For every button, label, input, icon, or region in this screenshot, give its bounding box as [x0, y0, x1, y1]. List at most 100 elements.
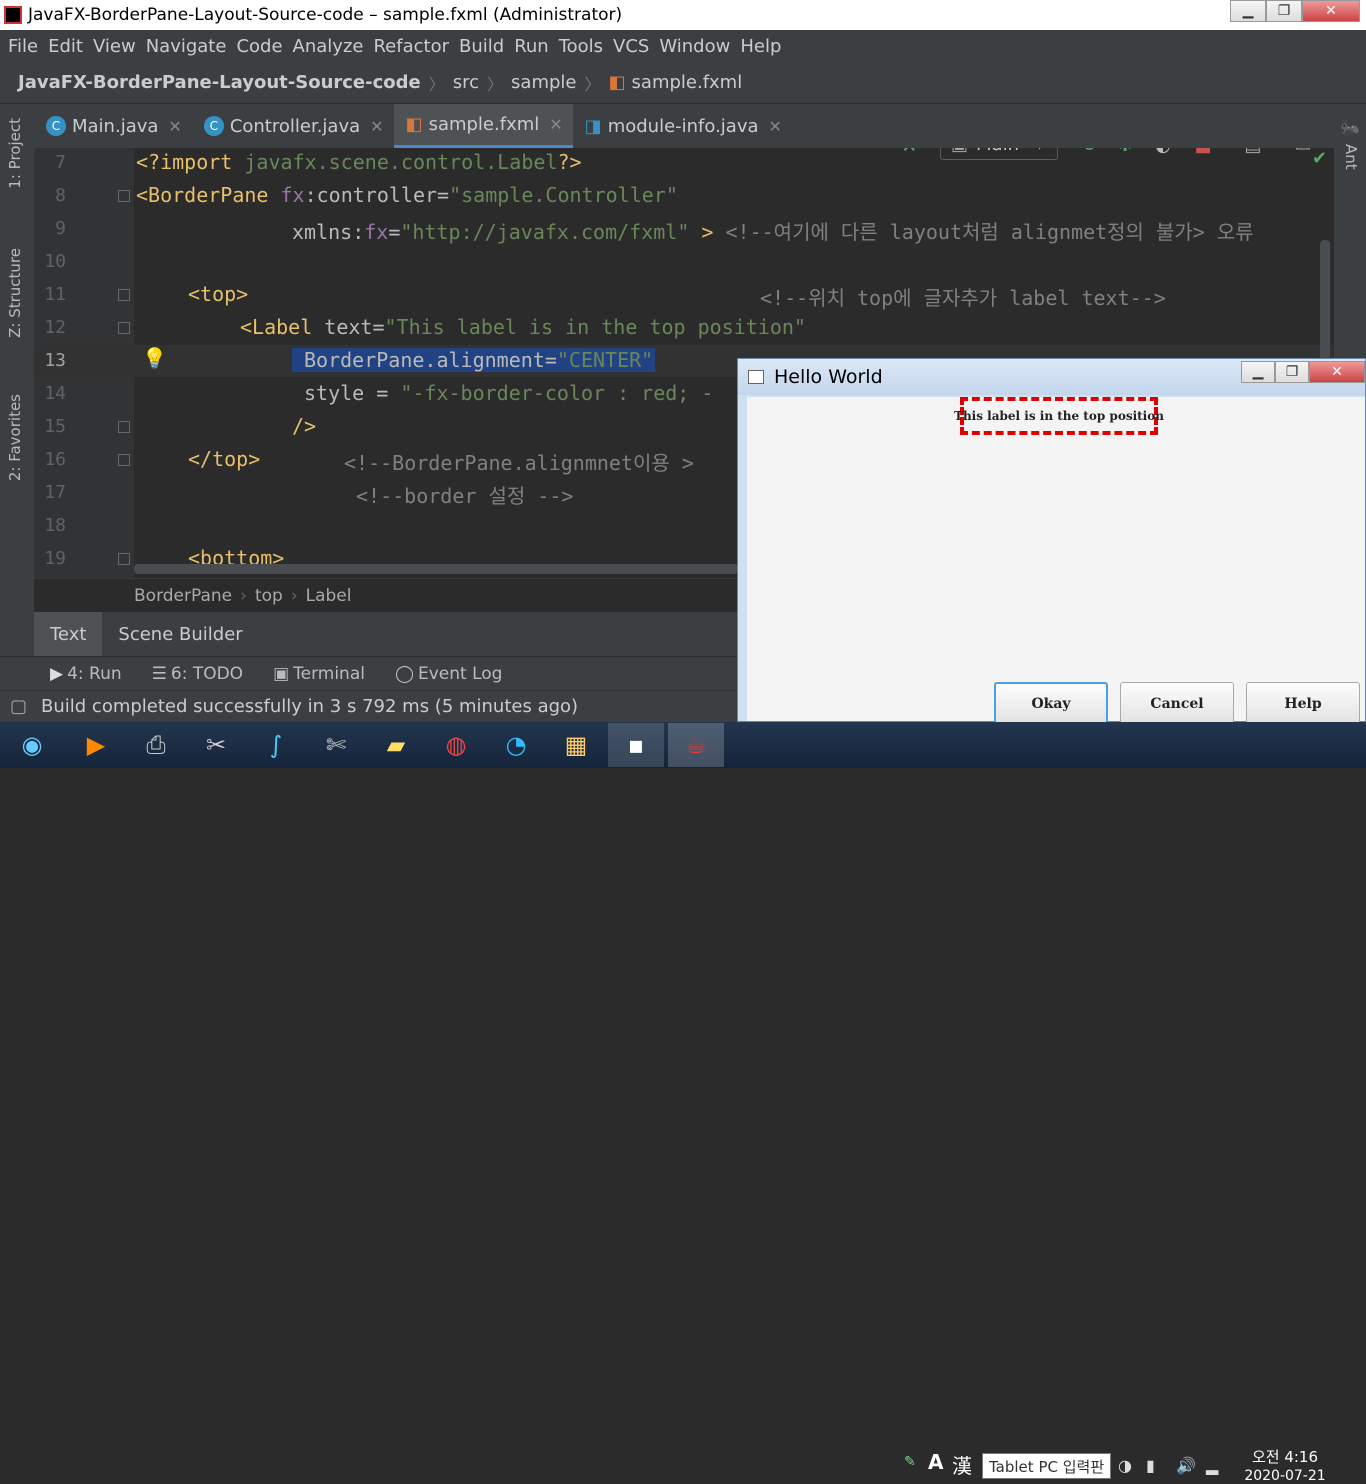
menu-view[interactable]: View [93, 36, 136, 57]
code-line-11-comment[interactable]: <!--위치 top에 글자추가 label text--> [760, 282, 1166, 311]
clock-date[interactable]: 2020-07-21 [1230, 1468, 1340, 1484]
media-player-icon[interactable]: ▶ [68, 723, 124, 767]
menu-navigate[interactable]: Navigate [146, 36, 227, 57]
tab-module-info[interactable]: ◨ module-info.java ✕ [573, 104, 792, 148]
menu-vcs[interactable]: VCS [613, 36, 649, 57]
code-line-13-selection[interactable]: BorderPane.alignment="CENTER" [292, 348, 656, 372]
close-icon[interactable]: ✕ [549, 115, 562, 134]
tool-event-log[interactable]: Event Log [418, 664, 502, 684]
nav-project[interactable]: JavaFX-BorderPane-Layout-Source-code [18, 72, 421, 93]
tool-favorites[interactable]: 2: Favorites [6, 394, 24, 481]
menubar: File Edit View Navigate Code Analyze Ref… [0, 30, 1366, 62]
okay-button[interactable]: Okay [994, 682, 1108, 726]
menu-file[interactable]: File [8, 36, 38, 57]
fold-marker-icon[interactable] [118, 289, 130, 301]
tool-todo[interactable]: 6: TODO [171, 664, 243, 684]
tool-structure[interactable]: Z: Structure [6, 248, 24, 338]
code-line-9[interactable]: xmlns:fx="http://javafx.com/fxml" > <!--… [292, 216, 1332, 245]
tool-ant[interactable]: Ant [1342, 144, 1360, 170]
code-line-15[interactable]: /> [292, 414, 316, 438]
minimize-button[interactable]: ▁ [1230, 0, 1266, 22]
line-number: 17 [44, 482, 66, 503]
todo-icon: ☰ [151, 663, 167, 684]
ime-pen-icon[interactable]: ✎ [904, 1454, 916, 1470]
fold-marker-icon[interactable] [118, 190, 130, 202]
tab-controller-java[interactable]: C Controller.java ✕ [192, 104, 394, 148]
tab-sample-fxml[interactable]: ◧ sample.fxml ✕ [393, 104, 573, 148]
window-icon [748, 370, 764, 384]
close-icon[interactable]: ✕ [168, 117, 181, 136]
menu-run[interactable]: Run [514, 36, 549, 57]
close-icon[interactable]: ✕ [769, 117, 782, 136]
menu-window[interactable]: Window [659, 36, 730, 57]
fold-marker-icon[interactable] [118, 322, 130, 334]
horizontal-scrollbar[interactable] [134, 564, 738, 574]
terminal-icon: ▣ [273, 663, 290, 684]
navigation-bar: JavaFX-BorderPane-Layout-Source-code 〉 s… [0, 62, 1366, 160]
file-explorer-icon[interactable]: ▦ [548, 723, 604, 767]
scanner-icon[interactable]: ⎙ [128, 723, 184, 767]
code-line-14[interactable]: style = "-fx-border-color : red; - [304, 381, 713, 405]
nav-package[interactable]: sample [511, 72, 576, 93]
close-button[interactable]: ✕ [1302, 0, 1360, 22]
network-icon[interactable]: ◑ [1118, 1456, 1132, 1475]
fx-maximize-button[interactable]: ❐ [1275, 361, 1309, 383]
breadcrumb-label[interactable]: Label [306, 586, 352, 606]
volume-icon[interactable]: 🔊 [1176, 1456, 1196, 1475]
java-class-icon: C [203, 116, 224, 136]
breadcrumb-top[interactable]: top [255, 586, 283, 606]
code-line-17[interactable]: <!--border 설정 --> [356, 480, 573, 509]
ime-mode[interactable]: A [928, 1450, 943, 1474]
clock-time[interactable]: 오전 4:16 [1230, 1446, 1340, 1467]
menu-build[interactable]: Build [459, 36, 504, 57]
sticky-notes-icon[interactable]: ▰ [368, 723, 424, 767]
layout-icon[interactable]: ▢ [10, 696, 27, 717]
tool-project[interactable]: 1: Project [6, 118, 24, 189]
code-line-11[interactable]: <top> [188, 282, 248, 306]
battery-icon[interactable]: ▮ [1146, 1456, 1155, 1475]
tab-scene-builder[interactable]: Scene Builder [102, 612, 258, 656]
code-line-16-comment[interactable]: <!--BorderPane.alignmnet이용 > [344, 447, 706, 476]
java-taskbar-icon[interactable]: ☕ [668, 723, 724, 767]
app-icon[interactable]: ∫ [248, 723, 304, 767]
close-icon[interactable]: ✕ [370, 117, 383, 136]
start-orb-icon[interactable]: ◉ [0, 723, 64, 767]
signal-icon[interactable]: ▂ [1206, 1456, 1218, 1475]
code-line-16[interactable]: </top> [188, 447, 260, 471]
menu-analyze[interactable]: Analyze [293, 36, 364, 57]
help-button[interactable]: Help [1246, 682, 1360, 726]
chrome-icon[interactable]: ◍ [428, 723, 484, 767]
fold-marker-icon[interactable] [118, 454, 130, 466]
line-number: 9 [55, 218, 66, 239]
breadcrumb-borderpane[interactable]: BorderPane [134, 586, 232, 606]
menu-refactor[interactable]: Refactor [373, 36, 449, 57]
fx-close-button[interactable]: ✕ [1309, 361, 1365, 383]
code-line-12[interactable]: <Label text="This label is in the top po… [240, 315, 806, 339]
nav-src[interactable]: src [453, 72, 479, 93]
ime-hanja[interactable]: 漢 [952, 1450, 972, 1479]
tab-label: Controller.java [229, 115, 361, 137]
edge-icon[interactable]: ◔ [488, 723, 544, 767]
menu-edit[interactable]: Edit [48, 36, 83, 57]
fold-marker-icon[interactable] [118, 421, 130, 433]
fx-minimize-button[interactable]: ▁ [1241, 361, 1275, 383]
menu-code[interactable]: Code [236, 36, 282, 57]
fold-marker-icon[interactable] [118, 553, 130, 565]
tool-terminal[interactable]: Terminal [293, 664, 365, 684]
tools-icon[interactable]: ✂ [188, 723, 244, 767]
code-line-8[interactable]: <BorderPane fx:controller="sample.Contro… [136, 183, 678, 207]
tab-text[interactable]: Text [34, 612, 103, 656]
lightbulb-icon[interactable]: 💡 [142, 346, 167, 370]
cancel-button[interactable]: Cancel [1120, 682, 1234, 726]
tab-main-java[interactable]: C Main.java ✕ [34, 104, 192, 148]
snipping-icon[interactable]: ✄ [308, 723, 364, 767]
vertical-scrollbar[interactable] [1320, 240, 1330, 360]
menu-tools[interactable]: Tools [559, 36, 603, 57]
code-line-7[interactable]: <?import javafx.scene.control.Label?> [136, 150, 582, 174]
maximize-button[interactable]: ❐ [1266, 0, 1302, 22]
nav-file[interactable]: sample.fxml [632, 72, 743, 93]
tool-run[interactable]: 4: Run [67, 664, 122, 684]
status-text: Build completed successfully in 3 s 792 … [41, 696, 579, 717]
menu-help[interactable]: Help [740, 36, 781, 57]
intellij-taskbar-icon[interactable]: ▪ [608, 723, 664, 767]
